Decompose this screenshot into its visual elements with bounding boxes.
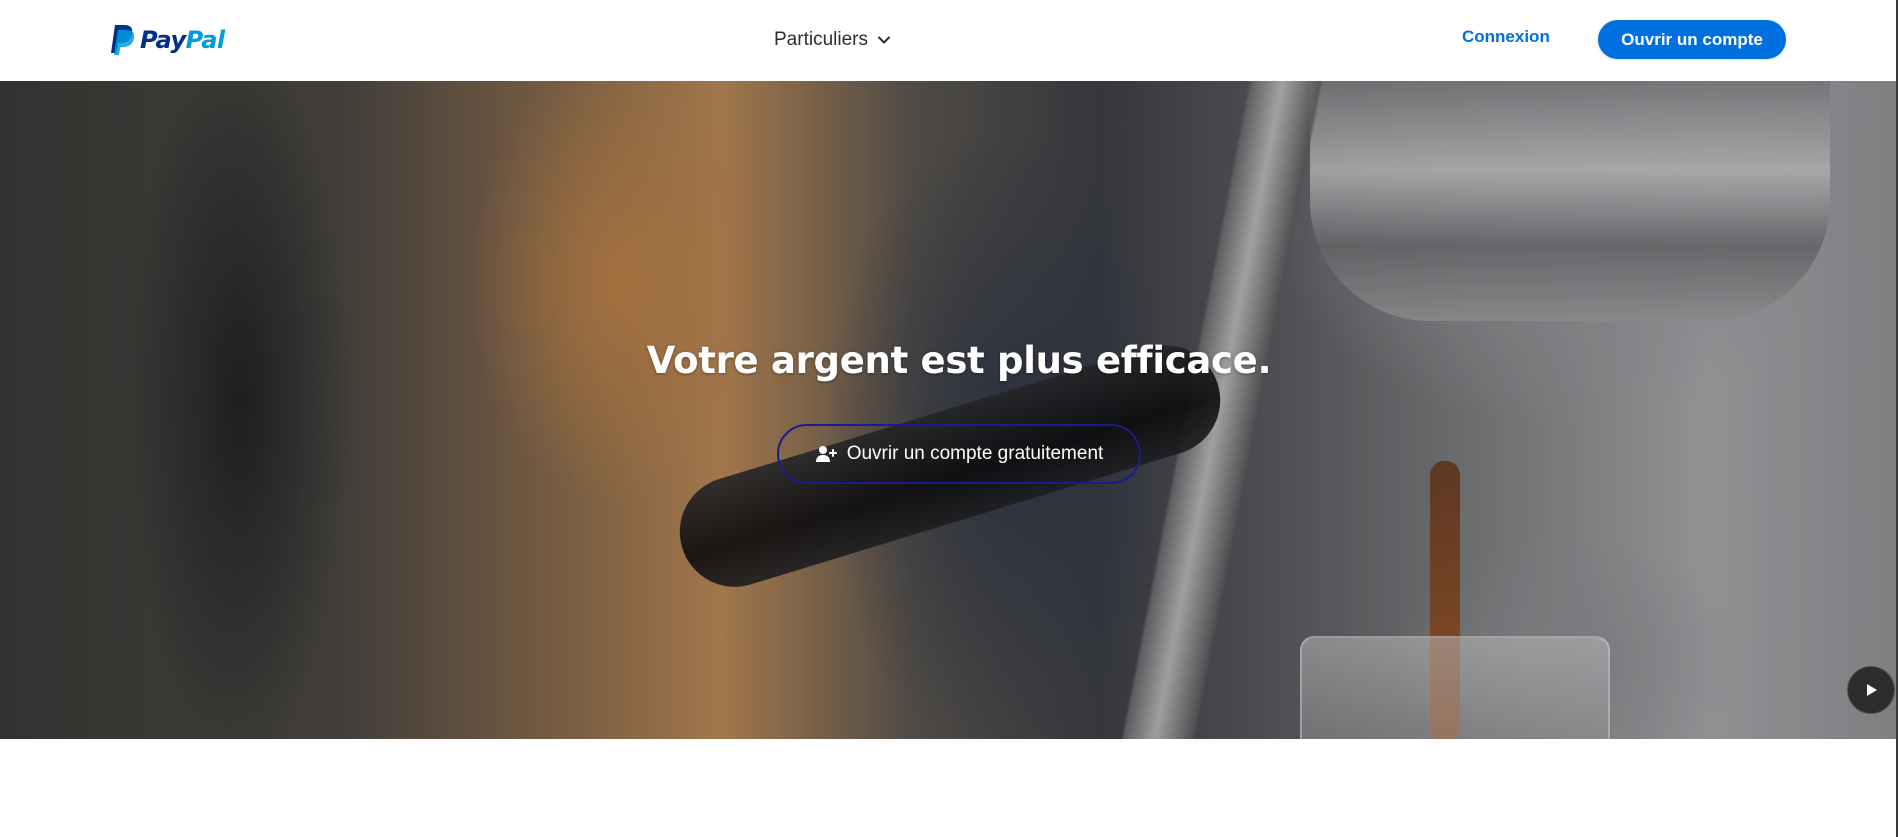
paypal-logo-icon: [111, 25, 134, 55]
page: PayPal Particuliers Connexion Ouvrir un …: [0, 0, 1898, 837]
logo-text-pal: Pal: [185, 26, 225, 54]
logo-wordmark: PayPal: [140, 26, 225, 54]
site-header: PayPal Particuliers Connexion Ouvrir un …: [0, 0, 1898, 81]
particuliers-menu-label: Particuliers: [774, 29, 868, 50]
hero-content: Votre argent est plus efficace. Ouvrir u…: [0, 81, 1896, 739]
open-free-account-label: Ouvrir un compte gratuitement: [846, 443, 1104, 464]
open-account-button[interactable]: Ouvrir un compte: [1598, 20, 1786, 59]
login-link[interactable]: Connexion: [1462, 27, 1550, 47]
play-icon: [1867, 684, 1877, 696]
hero-section: Votre argent est plus efficace. Ouvrir u…: [0, 81, 1896, 739]
open-free-account-button[interactable]: Ouvrir un compte gratuitement: [777, 424, 1141, 484]
hero-title: Votre argent est plus efficace.: [646, 339, 1272, 382]
chevron-down-icon: [877, 36, 890, 44]
particuliers-menu[interactable]: Particuliers: [774, 26, 892, 54]
user-plus-icon: [815, 446, 837, 462]
video-play-button[interactable]: [1847, 666, 1895, 714]
logo-text-pay: Pay: [140, 26, 186, 54]
paypal-logo[interactable]: PayPal: [108, 24, 225, 56]
